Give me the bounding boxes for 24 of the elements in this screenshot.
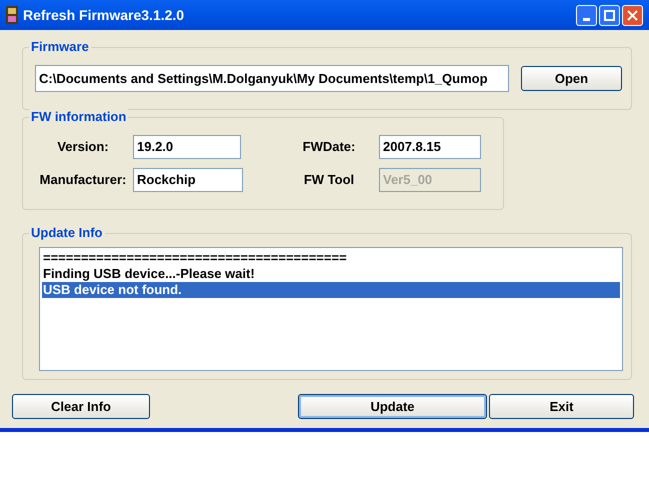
- field-label: Manufacturer:: [38, 171, 128, 190]
- minimize-icon: [583, 18, 590, 20]
- dialog-button[interactable]: Clear Info: [12, 394, 150, 419]
- log-list[interactable]: ======================================== Finding USB device...-Please wait! USB device not found.: [39, 247, 623, 371]
- group-title: Update Info: [29, 225, 104, 241]
- window-title: Refresh Firmware3.1.2.0: [23, 6, 184, 24]
- text-field[interactable]: 2007.8.15: [379, 135, 481, 159]
- app-icon: [6, 6, 18, 24]
- field-label: FWDate:: [302, 138, 356, 156]
- close-icon: [627, 10, 638, 20]
- text-field[interactable]: 19.2.0: [133, 135, 241, 159]
- minimize-button[interactable]: [576, 4, 597, 26]
- maximize-button[interactable]: [599, 4, 620, 26]
- text-field[interactable]: Rockchip: [133, 168, 243, 192]
- dialog-button[interactable]: Exit: [489, 394, 634, 419]
- log-line[interactable]: Finding USB device...-Please wait!: [42, 266, 620, 282]
- log-line[interactable]: ========================================: [42, 250, 620, 266]
- open-button[interactable]: Open: [521, 66, 622, 91]
- dialog-button[interactable]: Update: [298, 394, 487, 419]
- path-field[interactable]: C:\Documents and Settings\M.Dolganyuk\My Documents\temp\1_Qumop: [35, 65, 509, 92]
- field-label: FW Tool: [302, 171, 356, 190]
- field-label: Version:: [56, 138, 110, 156]
- maximize-icon: [604, 10, 615, 20]
- close-button[interactable]: [622, 4, 643, 26]
